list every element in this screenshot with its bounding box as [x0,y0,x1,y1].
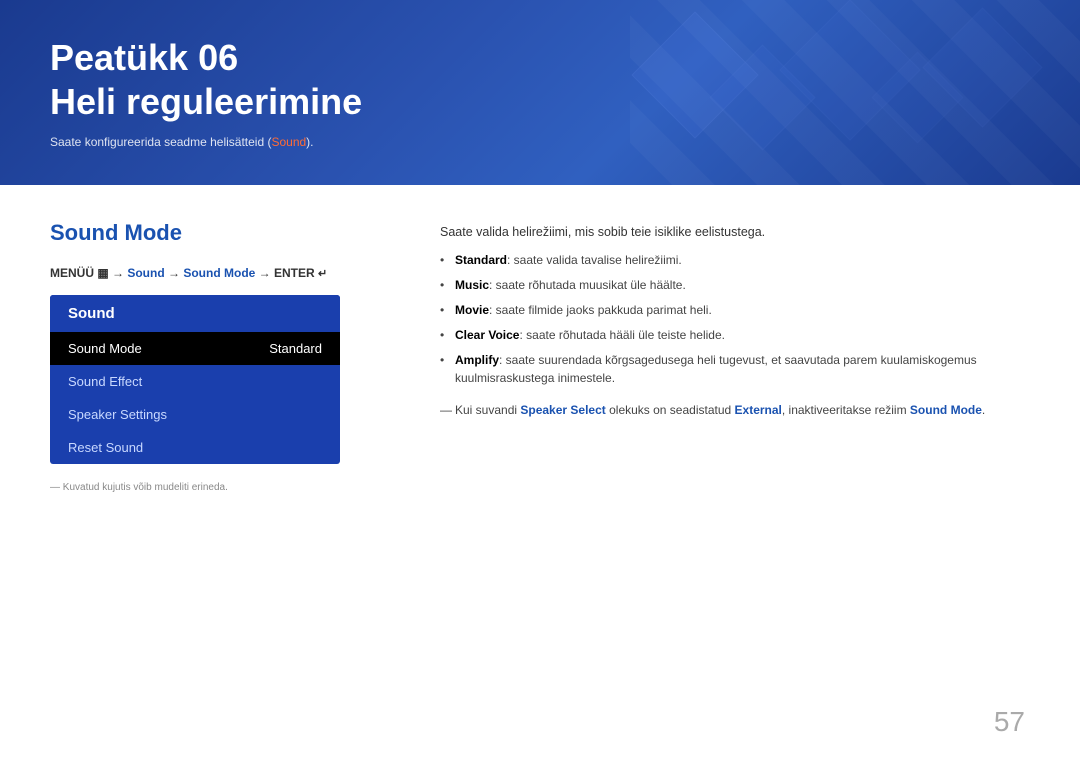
term-standard: Standard [455,253,507,267]
bullet-amplify: Amplify: saate suurendada kõrgsagedusega… [440,351,1030,387]
header-banner: Peatükk 06 Heli reguleerimine Saate konf… [0,0,1080,185]
decorative-diamonds [630,10,1030,185]
page-number: 57 [994,706,1025,738]
note-suffix: , inaktiveeritakse režiim [782,403,910,417]
menu-path: MENÜÜ ▦ → Sound → Sound Mode → ENTER ↵ [50,266,400,280]
note-term-external: External [735,403,782,417]
note-middle: olekuks on seadistatud [606,403,735,417]
menu-item-speakersettings-label: Speaker Settings [68,407,167,422]
left-column: Sound Mode MENÜÜ ▦ → Sound → Sound Mode … [50,220,400,493]
menu-item-soundmode-label: Sound Mode [68,341,142,356]
menu-item-resetsound[interactable]: Reset Sound [50,431,340,464]
term-music: Music [455,278,489,292]
text-music: : saate rõhutada muusikat üle häälte. [489,278,686,292]
enter-icon: ↵ [318,267,327,280]
menu-path-sound: Sound [127,266,164,280]
note-prefix: Kui suvandi [455,403,520,417]
text-amplify: : saate suurendada kõrgsagedusega heli t… [455,353,977,385]
menu-path-soundmode: Sound Mode [183,266,255,280]
subtitle-suffix: ). [306,135,313,149]
menu-item-resetsound-label: Reset Sound [68,440,143,455]
menu-item-speakersettings[interactable]: Speaker Settings [50,398,340,431]
text-standard: : saate valida tavalise helirežiimi. [507,253,682,267]
subtitle-link: Sound [271,135,306,149]
subtitle-prefix: Saate konfigureerida seadme helisätteid … [50,135,271,149]
bullet-standard: Standard: saate valida tavalise helireži… [440,251,1030,269]
bullet-clearvoice: Clear Voice: saate rõhutada hääli üle te… [440,326,1030,344]
note-term-soundmode: Sound Mode [910,403,982,417]
section-title: Sound Mode [50,220,400,246]
main-content: Sound Mode MENÜÜ ▦ → Sound → Sound Mode … [0,185,1080,528]
bullet-music: Music: saate rõhutada muusikat üle häält… [440,276,1030,294]
bullet-list: Standard: saate valida tavalise helireži… [440,251,1030,387]
menu-item-soundeffect[interactable]: Sound Effect [50,365,340,398]
note-line: Kui suvandi Speaker Select olekuks on se… [440,401,1030,420]
menu-item-soundmode[interactable]: Sound Mode Standard [50,332,340,365]
term-movie: Movie [455,303,489,317]
tv-menu: Sound Sound Mode Standard Sound Effect S… [50,295,340,464]
menu-item-soundeffect-label: Sound Effect [68,374,142,389]
note-term-speakerselect: Speaker Select [520,403,605,417]
term-clearvoice: Clear Voice [455,328,519,342]
menu-item-soundmode-value: Standard [269,341,322,356]
note-end: . [982,403,985,417]
intro-text: Saate valida helirežiimi, mis sobib teie… [440,225,1030,239]
right-column: Saate valida helirežiimi, mis sobib teie… [440,220,1030,493]
footnote: — Kuvatud kujutis võib mudeliti erineda. [50,482,400,493]
bullet-movie: Movie: saate filmide jaoks pakkuda parim… [440,301,1030,319]
term-amplify: Amplify [455,353,499,367]
text-clearvoice: : saate rõhutada hääli üle teiste helide… [519,328,724,342]
text-movie: : saate filmide jaoks pakkuda parimat he… [489,303,712,317]
tv-menu-header: Sound [50,295,340,332]
